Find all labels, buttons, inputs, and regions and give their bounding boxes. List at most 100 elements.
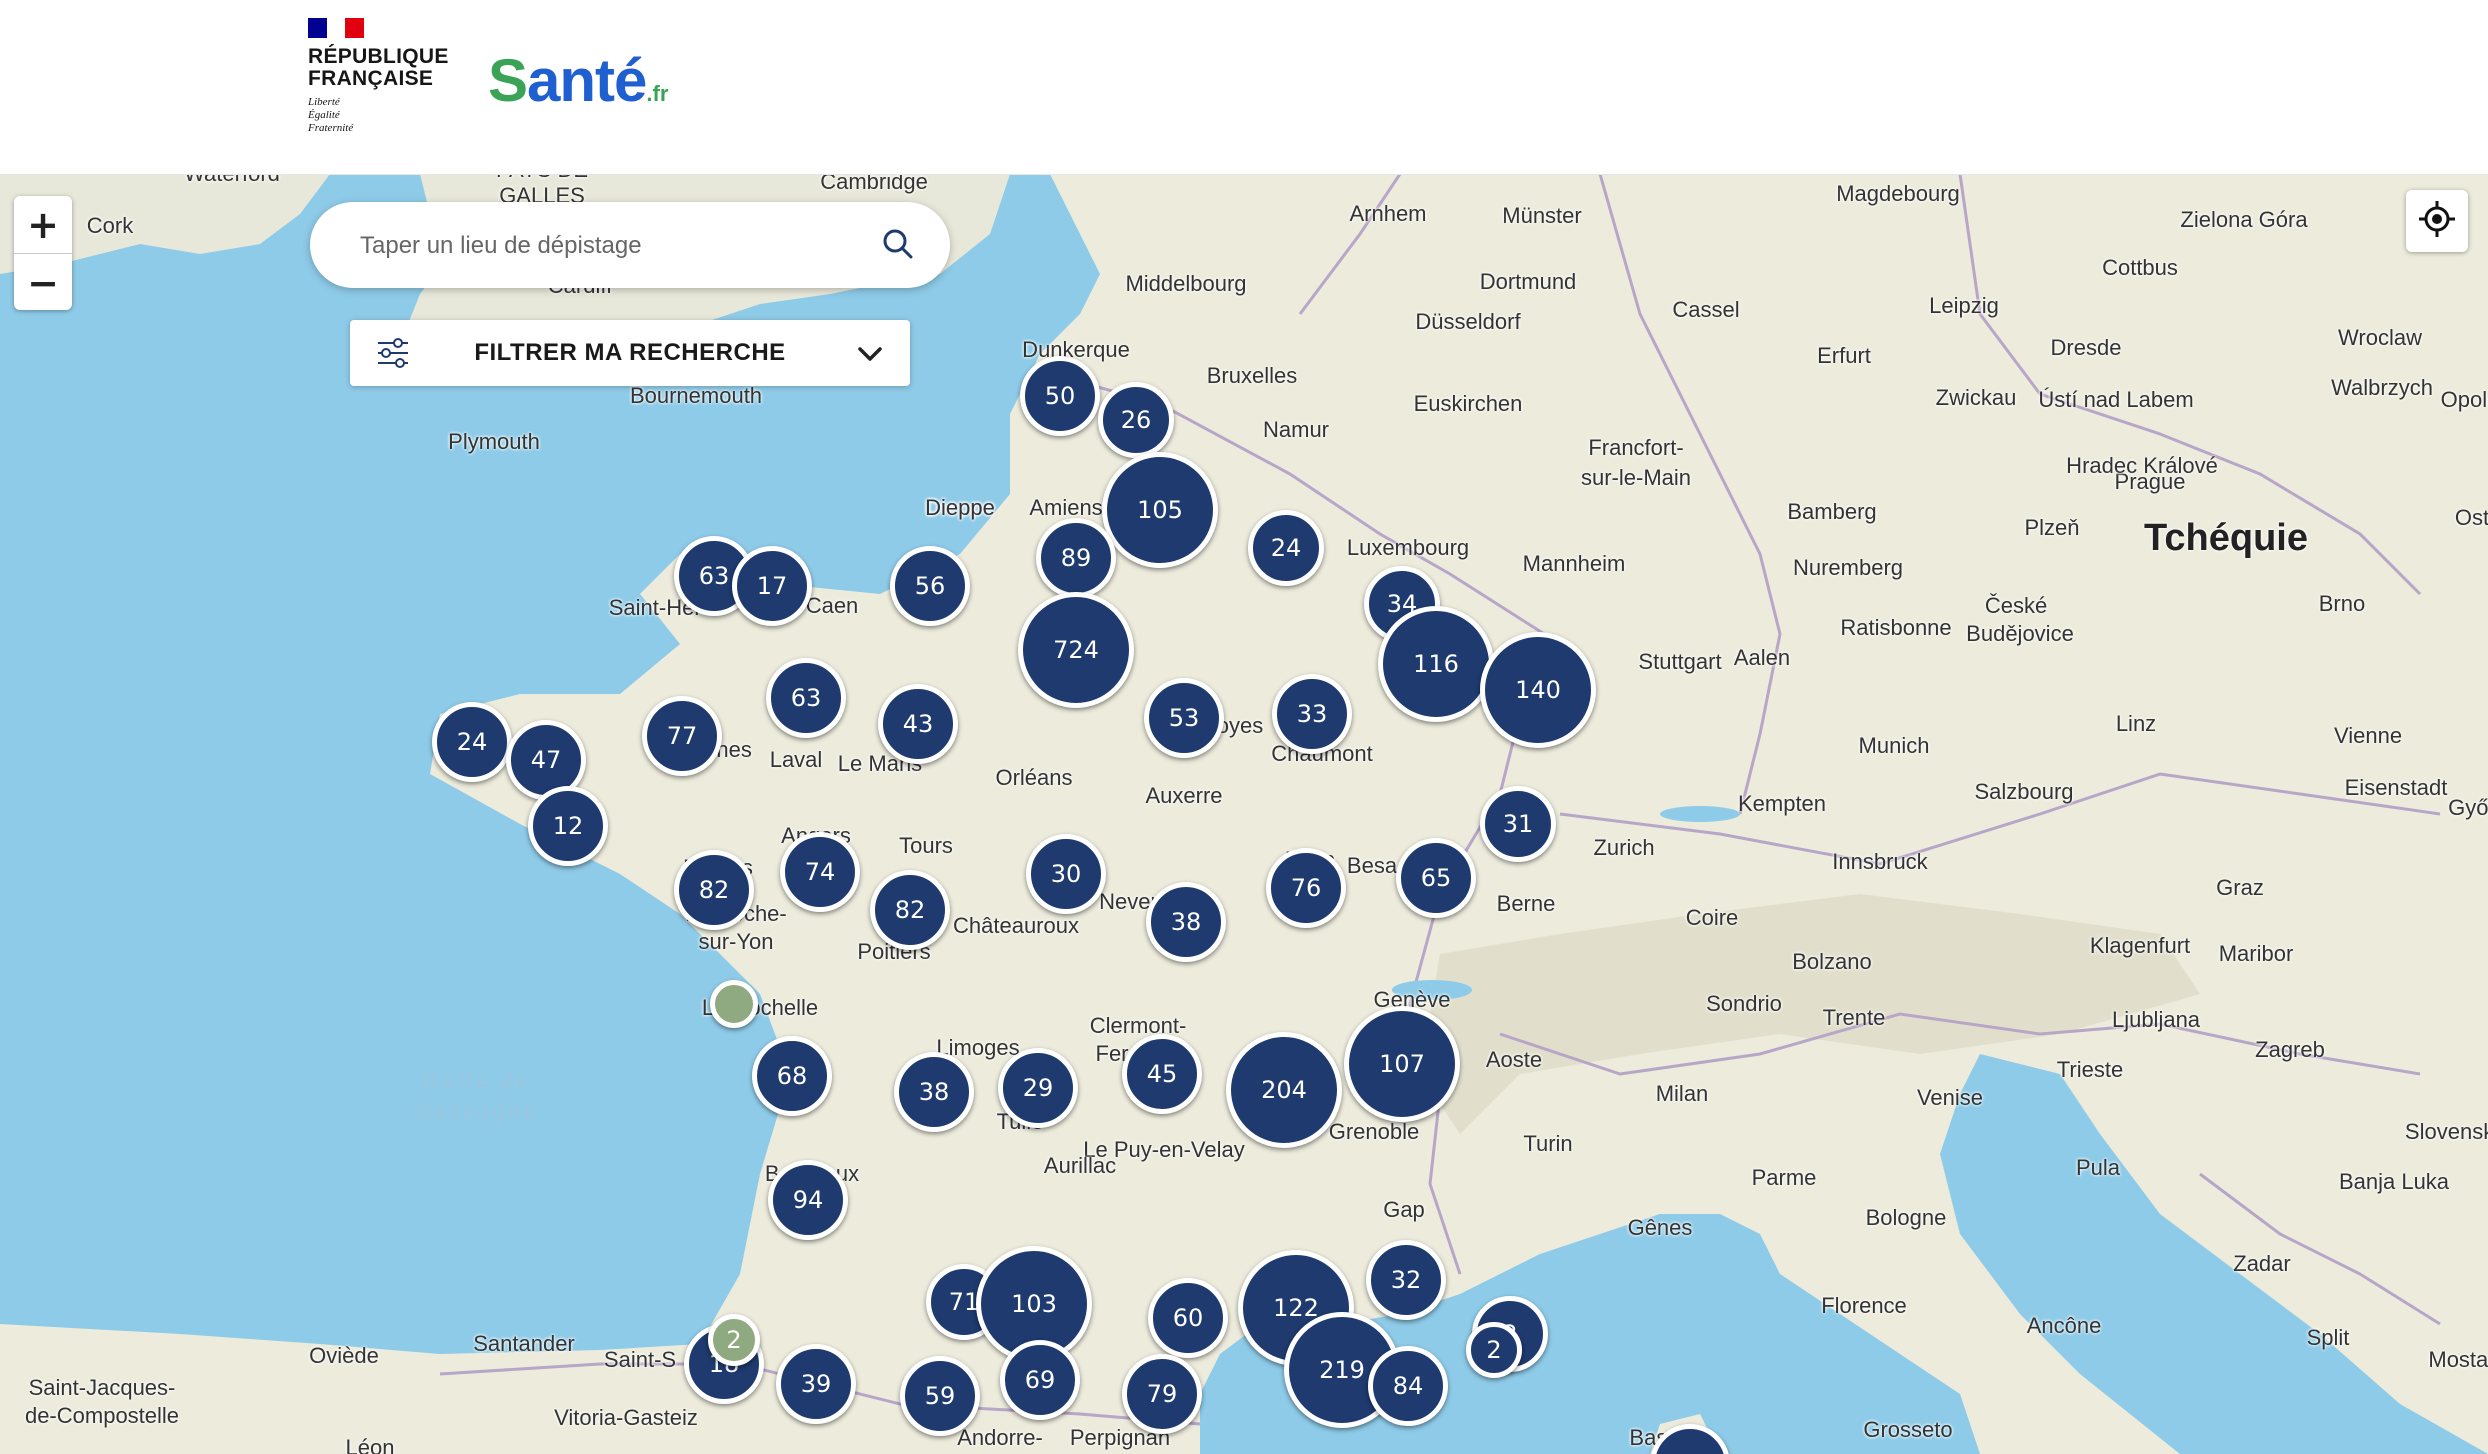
map-place-label: Győr: [2448, 795, 2488, 820]
test-site-cluster[interactable]: 24: [432, 702, 512, 782]
map-place-label: Ancône: [2026, 1313, 2102, 1338]
republique-francaise-logo[interactable]: RÉPUBLIQUE FRANÇAISE Liberté Égalité Fra…: [308, 18, 448, 135]
zoom-out-button[interactable]: −: [14, 254, 72, 311]
map-place-label: Gap: [1383, 1197, 1425, 1222]
test-site-cluster[interactable]: 53: [1144, 678, 1224, 758]
test-site-cluster[interactable]: 59: [900, 1356, 980, 1436]
test-site-cluster[interactable]: 68: [752, 1036, 832, 1116]
test-site-cluster[interactable]: 45: [1122, 1034, 1202, 1114]
test-site-cluster[interactable]: 38: [894, 1052, 974, 1132]
test-site-cluster[interactable]: 79: [1122, 1354, 1202, 1434]
map-place-label: Waterford: [184, 174, 280, 187]
test-site-cluster[interactable]: 43: [878, 684, 958, 764]
map-place-label: Cassel: [1672, 297, 1740, 322]
map-place-label: Mostar: [2428, 1347, 2488, 1372]
map-place-label: Wroclaw: [2338, 325, 2422, 350]
test-site-cluster[interactable]: 204: [1226, 1032, 1342, 1148]
geolocate-button[interactable]: [2406, 190, 2468, 252]
motto-egalite: Égalité: [308, 109, 340, 121]
test-site-cluster[interactable]: 84: [1368, 1346, 1448, 1426]
search-icon[interactable]: [880, 226, 916, 266]
map-place-label: Budějovice: [1966, 621, 2074, 646]
map-place-label: Vitoria-Gasteiz: [554, 1405, 698, 1430]
rf-name-line2: FRANÇAISE: [308, 67, 434, 90]
test-site-cluster[interactable]: 724: [1018, 592, 1134, 708]
map-place-label: Bournemouth: [629, 383, 763, 408]
map-place-label: Münster: [1502, 203, 1582, 228]
test-site-cluster[interactable]: 29: [998, 1048, 1078, 1128]
map-place-label: Caen: [805, 593, 859, 618]
map-place-label: České: [1984, 593, 2048, 618]
test-site-cluster[interactable]: 107: [1344, 1006, 1460, 1122]
test-site-cluster[interactable]: 39: [776, 1344, 856, 1424]
test-site-cluster[interactable]: [710, 980, 758, 1028]
map-place-label: Bamberg: [1787, 499, 1877, 524]
map-place-label: Aoste: [1485, 1047, 1543, 1072]
map-place-label: Auxerre: [1145, 783, 1223, 808]
map-place-label: Gênes: [1627, 1215, 1693, 1240]
test-site-cluster[interactable]: 12: [528, 786, 608, 866]
map-place-label: Cork: [86, 213, 134, 238]
test-site-cluster[interactable]: 105: [1102, 452, 1218, 568]
zoom-in-button[interactable]: +: [14, 196, 72, 254]
map-place-label: Milan: [1655, 1081, 1709, 1106]
map-place-label: Euskirchen: [1413, 391, 1523, 416]
test-site-cluster[interactable]: 56: [890, 546, 970, 626]
test-site-cluster[interactable]: 32: [1366, 1240, 1446, 1320]
filter-button[interactable]: FILTRER MA RECHERCHE: [350, 320, 910, 386]
map-place-label: Cambridge: [820, 174, 928, 194]
test-site-cluster[interactable]: 63: [766, 658, 846, 738]
search-bar: [310, 202, 950, 288]
map-place-label: Golfe de: [422, 1069, 530, 1094]
test-site-cluster[interactable]: 65: [1396, 838, 1476, 918]
map-place-label: Saint-Jacques-: [28, 1375, 176, 1400]
test-site-cluster[interactable]: 31: [1480, 786, 1556, 862]
test-site-cluster[interactable]: 82: [870, 870, 950, 950]
map-place-label: Düsseldorf: [1415, 309, 1521, 334]
test-site-cluster[interactable]: 26: [1098, 382, 1174, 458]
map-place-label: Munich: [1858, 733, 1930, 758]
map-place-label: Stuttgart: [1638, 649, 1722, 674]
map-place-label: Mannheim: [1522, 551, 1626, 576]
map-place-label: Santander: [473, 1331, 575, 1356]
test-site-cluster[interactable]: 38: [1146, 882, 1226, 962]
map-place-label: Magdebourg: [1836, 181, 1960, 206]
search-input[interactable]: [358, 222, 862, 270]
test-site-cluster[interactable]: 116: [1378, 606, 1494, 722]
test-site-cluster[interactable]: 94: [768, 1160, 848, 1240]
test-site-cluster[interactable]: 69: [1000, 1340, 1080, 1420]
rf-name-line1: RÉPUBLIQUE: [308, 45, 449, 68]
test-site-cluster[interactable]: 60: [1148, 1278, 1228, 1358]
test-site-cluster[interactable]: 140: [1480, 632, 1596, 748]
test-site-cluster[interactable]: 50: [1020, 356, 1100, 436]
rf-motto: Liberté Égalité Fraternité: [308, 96, 448, 135]
test-site-cluster[interactable]: 2: [1466, 1322, 1522, 1378]
map-place-label: Grosseto: [1863, 1417, 1953, 1442]
map-place-label: Oviède: [309, 1343, 379, 1368]
test-site-cluster[interactable]: 33: [1272, 674, 1352, 754]
french-flag-icon: [308, 18, 365, 38]
test-site-cluster[interactable]: 74: [780, 832, 860, 912]
map-place-label: Dortmund: [1479, 269, 1577, 294]
map-place-label: sur-le-Main: [1580, 465, 1692, 490]
map-place-label: Zadar: [2233, 1251, 2291, 1276]
map-place-label: Graz: [2216, 875, 2264, 900]
map-place-label: Zurich: [1593, 835, 1655, 860]
map-place-label: Namur: [1262, 417, 1330, 442]
map-place-label: Parme: [1751, 1165, 1817, 1190]
test-site-cluster[interactable]: 24: [1248, 510, 1324, 586]
map-place-label: Walbrzych: [2331, 375, 2433, 400]
motto-liberte: Liberté: [308, 96, 340, 108]
map-place-label: Eisenstadt: [2344, 775, 2448, 800]
test-site-cluster[interactable]: 17: [732, 546, 812, 626]
motto-fraternite: Fraternité: [308, 122, 354, 134]
test-site-cluster[interactable]: 82: [674, 850, 754, 930]
test-site-cluster[interactable]: 77: [642, 696, 722, 776]
map-place-label: Gascogne: [413, 1099, 539, 1124]
test-site-cluster[interactable]: 76: [1266, 848, 1346, 928]
test-site-cluster[interactable]: 2: [708, 1314, 760, 1366]
map-place-label: Innsbruck: [1832, 849, 1928, 874]
test-site-cluster[interactable]: 89: [1036, 518, 1116, 598]
sante-fr-logo[interactable]: Santé.fr: [488, 46, 668, 115]
test-site-cluster[interactable]: 30: [1026, 834, 1106, 914]
